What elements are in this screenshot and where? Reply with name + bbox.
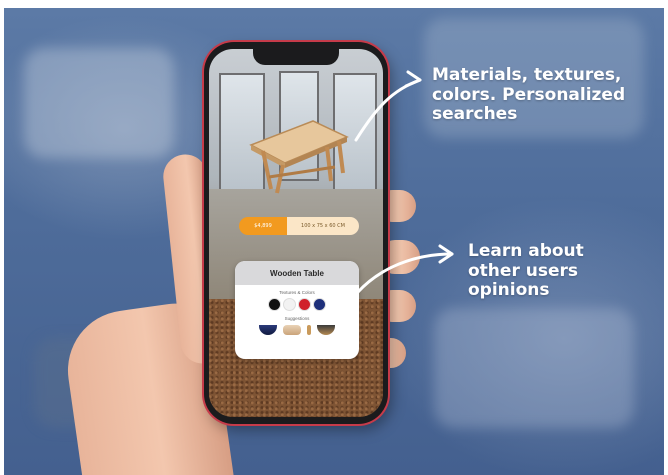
swatch-black[interactable]	[268, 298, 281, 311]
product-card[interactable]: Wooden Table Textures & Colors Suggestio…	[235, 261, 359, 359]
smartphone: $4,899 100 x 75 x 60 CM Wooden Table Tex…	[204, 42, 388, 424]
ar-wooden-table-model	[249, 120, 349, 194]
phone-notch	[253, 49, 339, 65]
suggestions-label: Suggestions	[284, 316, 310, 321]
suggestion-utensil[interactable]	[307, 325, 311, 335]
suggestion-bowl[interactable]	[259, 325, 277, 335]
product-title: Wooden Table	[235, 261, 359, 285]
size-label: 100 x 75 x 60 CM	[287, 217, 359, 235]
suggestion-thumbnails	[235, 325, 359, 335]
swatch-white[interactable]	[283, 298, 296, 311]
color-swatches	[235, 298, 359, 311]
colors-label: Textures & Colors	[279, 290, 315, 295]
swatch-red[interactable]	[298, 298, 311, 311]
callout-opinions: Learn about other users opinions	[468, 241, 584, 301]
dimensions-bar[interactable]: $4,899 100 x 75 x 60 CM	[239, 217, 359, 235]
phone-screen: $4,899 100 x 75 x 60 CM Wooden Table Tex…	[209, 49, 383, 417]
price-badge: $4,899	[239, 217, 287, 235]
blurred-room-shape	[24, 48, 174, 158]
suggestion-napkins[interactable]	[283, 325, 301, 335]
swatch-navy[interactable]	[313, 298, 326, 311]
callout-materials: Materials, textures, colors. Personalize…	[432, 65, 626, 125]
blurred-sofa	[434, 308, 634, 428]
suggestion-dish[interactable]	[317, 325, 335, 335]
